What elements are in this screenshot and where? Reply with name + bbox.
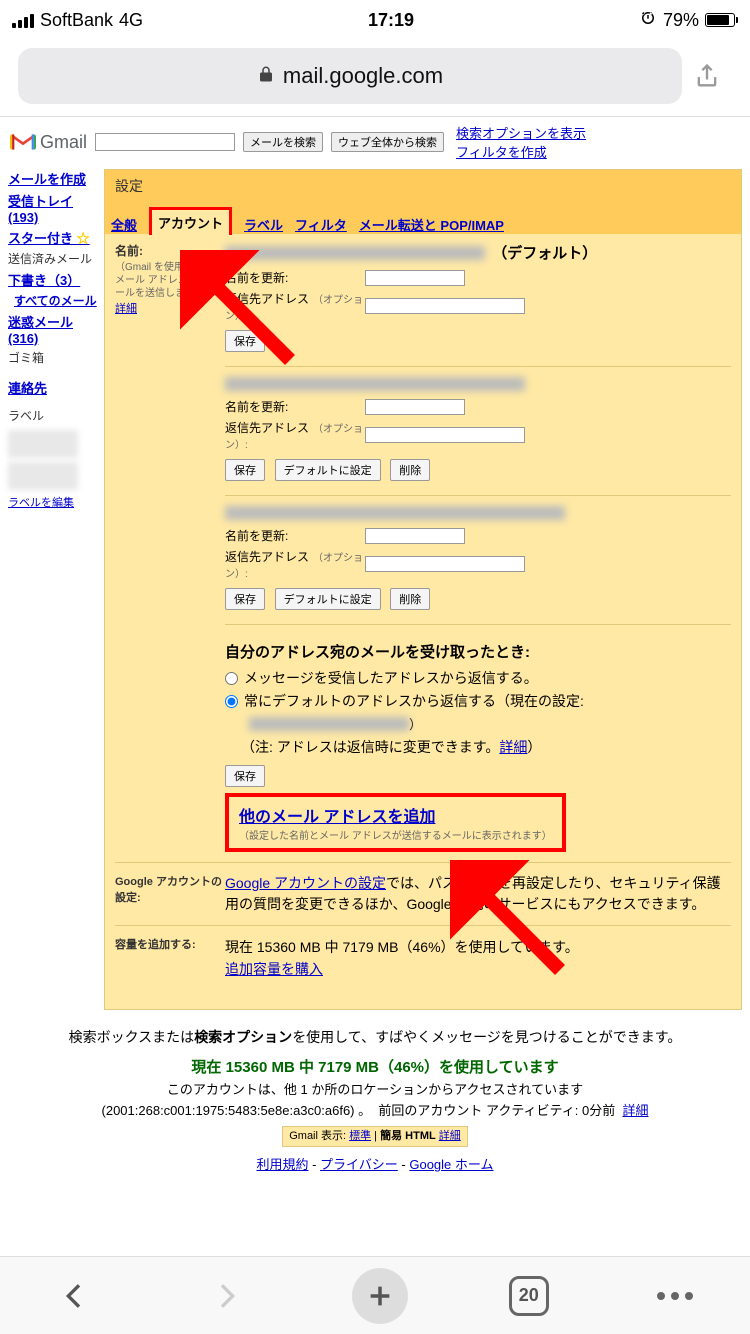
lock-icon (257, 63, 275, 89)
name-detail-link[interactable]: 詳細 (115, 303, 137, 315)
add-address-hint: （設定した名前とメール アドレスが送信するメールに表示されます） (239, 827, 552, 842)
delete-button-2[interactable]: 削除 (390, 459, 430, 481)
signal-icon (12, 12, 34, 28)
battery-icon (705, 13, 738, 27)
search-options-link[interactable]: 検索オプションを表示 (456, 126, 586, 141)
search-input[interactable] (95, 133, 235, 151)
view-detail-link[interactable]: 詳細 (439, 1130, 461, 1142)
default-button-2[interactable]: デフォルトに設定 (275, 459, 381, 481)
drafts-link[interactable]: 下書き（3） (8, 270, 98, 289)
footer: 検索ボックスまたは検索オプションを使用して、すばやくメッセージを見つけることがで… (0, 1014, 750, 1188)
search-web-button[interactable]: ウェブ全体から検索 (331, 132, 444, 152)
buy-storage-link[interactable]: 追加容量を購入 (225, 961, 323, 977)
name-input-3[interactable] (365, 528, 465, 544)
clock: 17:19 (368, 10, 414, 31)
edit-labels-link[interactable]: ラベルを編集 (8, 494, 98, 510)
view-standard-link[interactable]: 標準 (349, 1130, 371, 1142)
save-button-1[interactable]: 保存 (225, 330, 265, 352)
network-label: 4G (119, 10, 143, 31)
replyto-input-3[interactable] (365, 556, 525, 572)
tab-general[interactable]: 全般 (111, 215, 137, 234)
menu-button[interactable] (650, 1271, 700, 1321)
compose-link[interactable]: メールを作成 (8, 169, 98, 188)
tabs-button[interactable]: 20 (509, 1276, 549, 1316)
url-bar[interactable]: mail.google.com (18, 48, 682, 104)
save-button-2[interactable]: 保存 (225, 459, 265, 481)
replyto-input-2[interactable] (365, 427, 525, 443)
alarm-icon (639, 9, 657, 32)
search-mail-button[interactable]: メールを検索 (243, 132, 323, 152)
star-icon: ☆ (77, 231, 90, 246)
tab-filters[interactable]: フィルタ (295, 215, 347, 234)
label-list (8, 430, 98, 490)
battery-pct: 79% (663, 10, 699, 31)
reply-radio-received[interactable] (225, 672, 238, 685)
trash-link[interactable]: ゴミ箱 (8, 349, 98, 366)
privacy-link[interactable]: プライバシー (320, 1157, 398, 1172)
google-home-link[interactable]: Google ホーム (409, 1157, 493, 1172)
default-button-3[interactable]: デフォルトに設定 (275, 588, 381, 610)
name-section-label: 名前: （Gmail を使用して他のメール アドレスからメールを送信します） 詳… (115, 242, 225, 852)
contacts-link[interactable]: 連絡先 (8, 378, 98, 397)
spam-link[interactable]: 迷惑メール (316) (8, 312, 98, 346)
replyto-input-1[interactable] (365, 298, 525, 314)
add-address-link[interactable]: 他のメール アドレスを追加 (239, 809, 435, 826)
default-badge: （デフォルト） (492, 245, 597, 262)
back-button[interactable] (50, 1271, 100, 1321)
create-filter-link[interactable]: フィルタを作成 (456, 145, 547, 160)
labels-heading: ラベル (8, 407, 98, 424)
status-bar: SoftBank 4G 17:19 79% (0, 0, 750, 40)
settings-title: 設定 (105, 170, 741, 202)
save-button-3[interactable]: 保存 (225, 588, 265, 610)
sent-link[interactable]: 送信済みメール (8, 250, 98, 267)
reply-section-title: 自分のアドレス宛のメールを受け取ったとき: (225, 641, 731, 662)
view-mode: Gmail 表示: 標準 | 簡易 HTML 詳細 (282, 1126, 468, 1148)
gmail-logo[interactable]: Gmail (10, 132, 87, 153)
browser-toolbar: 20 (0, 1256, 750, 1334)
google-account-link[interactable]: Google アカウントの設定 (225, 875, 386, 891)
all-mail-link[interactable]: すべてのメール (14, 292, 98, 309)
forward-button[interactable] (201, 1271, 251, 1321)
starred-link[interactable]: スター付き ☆ (8, 228, 98, 247)
reply-radio-default[interactable] (225, 695, 238, 708)
save-button-reply[interactable]: 保存 (225, 765, 265, 787)
browser-url-bar-area: mail.google.com (0, 40, 750, 116)
sidebar: メールを作成 受信トレイ (193) スター付き ☆ 送信済みメール 下書き（3… (8, 169, 98, 1010)
tab-labels[interactable]: ラベル (244, 215, 283, 234)
storage-label: 容量を追加する: (115, 936, 225, 981)
footer-usage: 現在 15360 MB 中 7179 MB（46%）を使用しています (30, 1056, 720, 1080)
name-input-2[interactable] (365, 399, 465, 415)
name-input-1[interactable] (365, 270, 465, 286)
tab-accounts[interactable]: アカウント (149, 207, 232, 235)
inbox-link[interactable]: 受信トレイ (193) (8, 191, 98, 225)
settings-tabs: 全般 アカウント ラベル フィルタ メール転送と POP/IMAP (105, 202, 741, 234)
google-account-label: Google アカウントの設定: (115, 873, 225, 915)
carrier-label: SoftBank (40, 10, 113, 31)
gmail-header: Gmail メールを検索 ウェブ全体から検索 検索オプションを表示 フィルタを作… (0, 116, 750, 165)
reply-note-detail-link[interactable]: 詳細 (499, 739, 527, 755)
tab-forwarding[interactable]: メール転送と POP/IMAP (359, 215, 504, 234)
terms-link[interactable]: 利用規約 (256, 1157, 308, 1172)
gmail-brand-text: Gmail (40, 132, 87, 153)
activity-detail-link[interactable]: 詳細 (622, 1103, 648, 1118)
delete-button-3[interactable]: 削除 (390, 588, 430, 610)
url-text: mail.google.com (283, 63, 443, 89)
add-address-box: 他のメール アドレスを追加 （設定した名前とメール アドレスが送信するメールに表… (225, 793, 566, 852)
settings-panel: 設定 全般 アカウント ラベル フィルタ メール転送と POP/IMAP 名前:… (104, 169, 742, 1010)
new-tab-button[interactable] (352, 1268, 408, 1324)
share-button[interactable] (682, 62, 732, 90)
